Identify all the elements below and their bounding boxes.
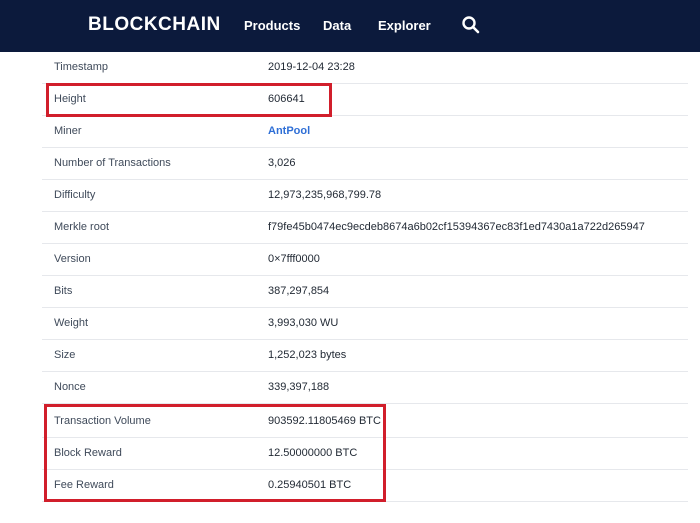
row-label: Number of Transactions xyxy=(54,157,171,169)
row-version: Version 0×7fff0000 xyxy=(42,244,688,276)
row-label: Merkle root xyxy=(54,221,110,233)
search-icon xyxy=(462,16,480,34)
row-value: 1,252,023 bytes xyxy=(268,349,347,361)
row-label: Transaction Volume xyxy=(54,415,151,427)
row-value: 3,993,030 WU xyxy=(268,317,339,329)
row-label: Difficulty xyxy=(54,189,96,201)
row-label: Nonce xyxy=(54,381,86,393)
row-value: 3,026 xyxy=(268,157,296,169)
row-label: Version xyxy=(54,253,91,265)
row-value: 0.25940501 BTC xyxy=(268,479,352,491)
row-fee-reward: Fee Reward 0.25940501 BTC xyxy=(42,470,688,502)
row-label: Size xyxy=(54,349,76,361)
nav-data[interactable]: Data xyxy=(323,18,351,33)
search-button[interactable] xyxy=(461,15,481,35)
row-difficulty: Difficulty 12,973,235,968,799.78 xyxy=(42,180,688,212)
row-value: f79fe45b0474ec9ecdeb8674a6b02cf15394367e… xyxy=(268,221,645,233)
row-value: 339,397,188 xyxy=(268,381,330,393)
miner-link[interactable]: AntPool xyxy=(268,125,310,137)
row-height: Height 606641 xyxy=(42,84,688,116)
row-value: 12.50000000 BTC xyxy=(268,447,358,459)
row-weight: Weight 3,993,030 WU xyxy=(42,308,688,340)
row-label: Miner xyxy=(54,125,82,137)
row-bits: Bits 387,297,854 xyxy=(42,276,688,308)
row-merkle-root: Merkle root f79fe45b0474ec9ecdeb8674a6b0… xyxy=(42,212,688,244)
row-value: 387,297,854 xyxy=(268,285,330,297)
row-value: 606641 xyxy=(268,93,305,105)
row-nonce: Nonce 339,397,188 xyxy=(42,372,688,404)
row-label: Weight xyxy=(54,317,89,329)
row-value: 12,973,235,968,799.78 xyxy=(268,189,382,201)
nav-explorer[interactable]: Explorer xyxy=(378,18,431,33)
row-value: 0×7fff0000 xyxy=(268,253,320,265)
row-label: Bits xyxy=(54,285,73,297)
top-navigation-bar: BLOCKCHAIN Products Data Explorer xyxy=(0,0,700,52)
row-label: Block Reward xyxy=(54,447,122,459)
row-number-of-transactions: Number of Transactions 3,026 xyxy=(42,148,688,180)
row-value: 2019-12-04 23:28 xyxy=(268,61,355,73)
blockchain-logo[interactable]: BLOCKCHAIN xyxy=(88,14,221,36)
row-value: 903592.11805469 BTC xyxy=(268,415,381,427)
row-timestamp: Timestamp 2019-12-04 23:28 xyxy=(42,52,688,84)
row-label: Fee Reward xyxy=(54,479,114,491)
nav-products[interactable]: Products xyxy=(244,18,300,33)
row-block-reward: Block Reward 12.50000000 BTC xyxy=(42,438,688,470)
row-label: Height xyxy=(54,93,86,105)
row-label: Timestamp xyxy=(54,61,108,73)
row-transaction-volume: Transaction Volume 903592.11805469 BTC xyxy=(42,406,688,438)
row-miner: Miner AntPool xyxy=(42,116,688,148)
row-size: Size 1,252,023 bytes xyxy=(42,340,688,372)
